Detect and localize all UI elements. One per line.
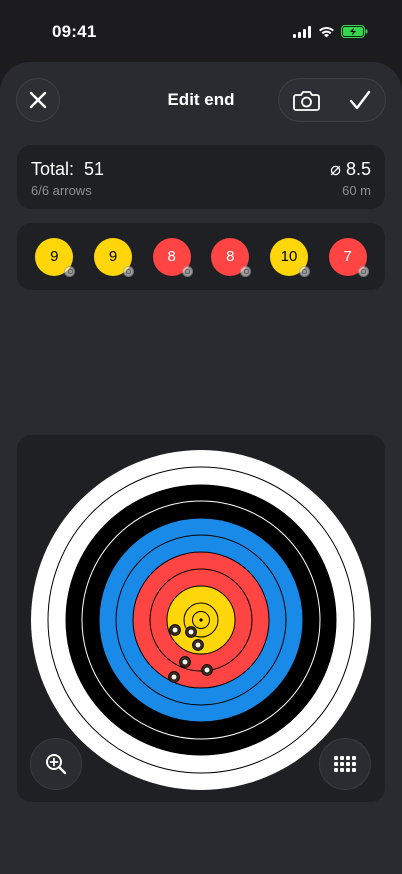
- arrow-scores-row: 9 9 8 8 10 7: [17, 223, 385, 290]
- arrow-hit-marker[interactable]: [169, 624, 181, 636]
- arrow-hit-marker[interactable]: [179, 656, 191, 668]
- nav-bar: Edit end: [0, 62, 402, 138]
- placed-marker-icon: [181, 265, 193, 277]
- arrow-score-chip[interactable]: 9: [35, 237, 76, 277]
- placed-marker-icon: [357, 265, 369, 277]
- arrow-score-value: 9: [50, 248, 59, 265]
- arrow-score-chip[interactable]: 7: [328, 237, 369, 277]
- action-pill: [278, 78, 386, 122]
- arrow-hit-marker[interactable]: [185, 626, 197, 638]
- placed-marker-icon: [64, 265, 76, 277]
- end-summary-card: Total: 51 6/6 arrows ⌀ 8.5 60 m: [17, 145, 385, 209]
- keypad-button[interactable]: [319, 738, 371, 790]
- confirm-button[interactable]: [333, 79, 387, 121]
- wifi-icon: [319, 26, 334, 37]
- status-icons: [293, 25, 368, 38]
- arrow-score-chip[interactable]: 8: [152, 237, 193, 277]
- edit-end-sheet: Edit end Total: 51 6/6 arrows ⌀ 8.5 60 m…: [0, 62, 402, 874]
- arrow-score-chip[interactable]: 9: [93, 237, 134, 277]
- average-score: ⌀ 8.5: [330, 159, 371, 179]
- arrow-score-value: 10: [280, 248, 298, 265]
- checkmark-icon: [349, 90, 371, 110]
- arrow-score-value: 9: [108, 248, 118, 265]
- arrow-hit-marker[interactable]: [201, 664, 213, 676]
- keypad-icon: [334, 756, 356, 772]
- target-center: [199, 618, 203, 622]
- distance: 60 m: [342, 183, 371, 198]
- status-time: 09:41: [52, 22, 97, 41]
- zoom-in-icon: [46, 754, 67, 775]
- arrows-count: 6/6 arrows: [31, 183, 92, 198]
- camera-button[interactable]: [279, 79, 333, 121]
- arrow-score-value: 8: [226, 248, 235, 265]
- arrow-score-value: 8: [167, 248, 176, 265]
- battery-icon: [341, 25, 368, 38]
- zoom-button[interactable]: [30, 738, 82, 790]
- target-card: [17, 435, 385, 802]
- signal-icon: [293, 25, 311, 38]
- arrow-hit-marker[interactable]: [168, 671, 180, 683]
- arrow-score-value: 7: [343, 248, 352, 265]
- total-score: Total: 51: [31, 159, 104, 180]
- camera-icon: [292, 90, 320, 111]
- status-bar: 09:41: [0, 0, 402, 62]
- arrow-score-chip[interactable]: 8: [211, 237, 252, 277]
- placed-marker-icon: [240, 265, 252, 277]
- placed-marker-icon: [122, 265, 134, 277]
- arrow-hit-marker[interactable]: [192, 639, 204, 651]
- arrow-score-chip[interactable]: 10: [269, 237, 310, 277]
- total-value: 51: [84, 159, 105, 179]
- placed-marker-icon: [298, 265, 310, 277]
- total-label: Total:: [31, 159, 75, 179]
